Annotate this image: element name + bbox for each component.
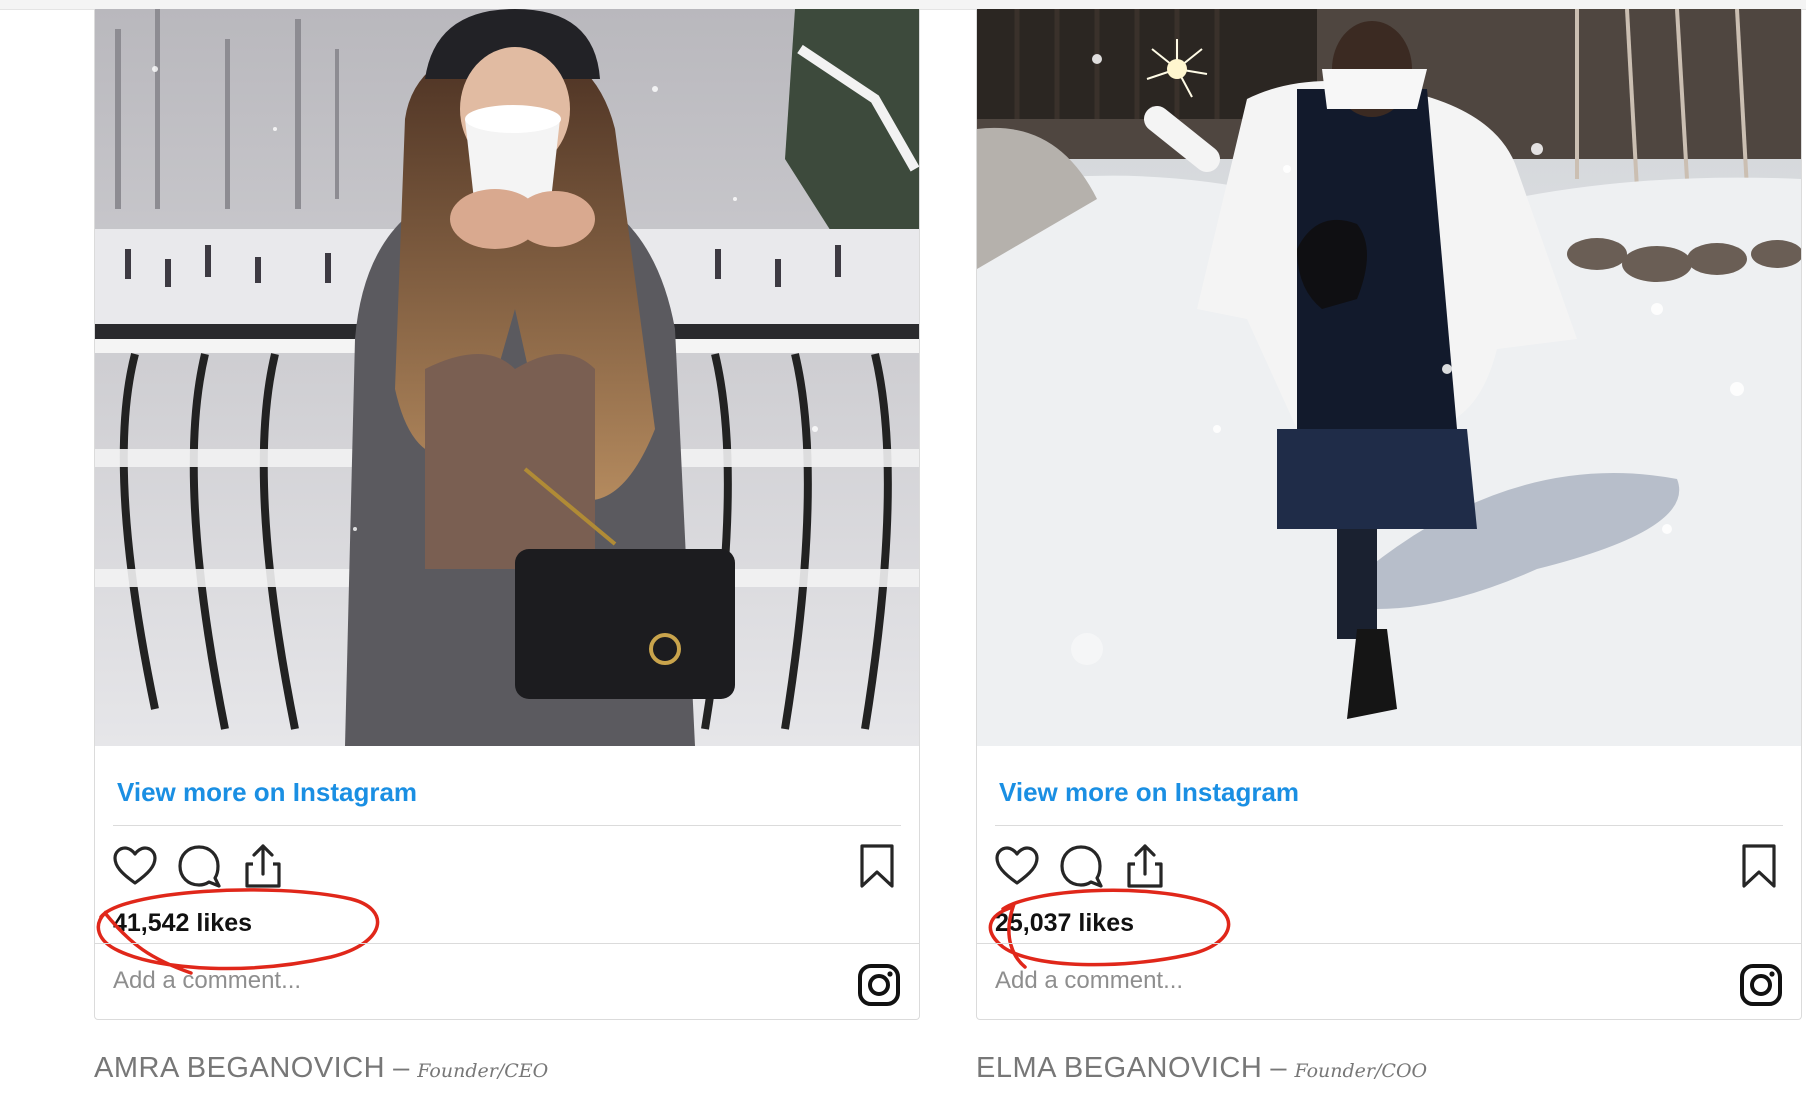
post-photo[interactable] — [95, 9, 919, 746]
heart-icon[interactable] — [993, 842, 1041, 890]
page: View more on Instagram 41,542 likes Add … — [0, 0, 1806, 1116]
view-more-link[interactable]: View more on Instagram — [117, 777, 417, 808]
share-icon[interactable] — [239, 842, 287, 890]
likes-count[interactable]: 41,542 likes — [113, 909, 252, 938]
divider — [995, 825, 1783, 826]
author-role: Founder/CEO — [417, 1060, 549, 1082]
heart-icon[interactable] — [111, 842, 159, 890]
caption-separator: – — [1270, 1052, 1287, 1084]
comment-icon[interactable] — [175, 842, 223, 890]
divider — [95, 943, 919, 944]
instagram-embed-elma: View more on Instagram 25,037 likes — [976, 9, 1802, 1020]
instagram-icon[interactable] — [1739, 963, 1783, 1007]
instagram-embed-amra: View more on Instagram 41,542 likes — [94, 9, 920, 1020]
divider — [113, 825, 901, 826]
author-caption: ELMA BEGANOVICH – Founder/COO — [976, 1052, 1427, 1085]
bookmark-icon[interactable] — [1735, 842, 1783, 890]
share-icon[interactable] — [1121, 842, 1169, 890]
author-caption: AMRA BEGANOVICH – Founder/CEO — [94, 1052, 548, 1085]
author-role: Founder/COO — [1294, 1060, 1428, 1082]
bookmark-icon[interactable] — [853, 842, 901, 890]
post-photo[interactable] — [977, 9, 1801, 746]
comment-input[interactable] — [113, 959, 733, 1003]
author-name: ELMA BEGANOVICH — [976, 1052, 1263, 1084]
view-more-link[interactable]: View more on Instagram — [999, 777, 1299, 808]
comment-input[interactable] — [995, 959, 1615, 1003]
instagram-icon[interactable] — [857, 963, 901, 1007]
comment-icon[interactable] — [1057, 842, 1105, 890]
caption-separator: – — [393, 1052, 410, 1084]
divider — [977, 943, 1801, 944]
likes-count[interactable]: 25,037 likes — [995, 909, 1134, 938]
author-name: AMRA BEGANOVICH — [94, 1052, 386, 1084]
